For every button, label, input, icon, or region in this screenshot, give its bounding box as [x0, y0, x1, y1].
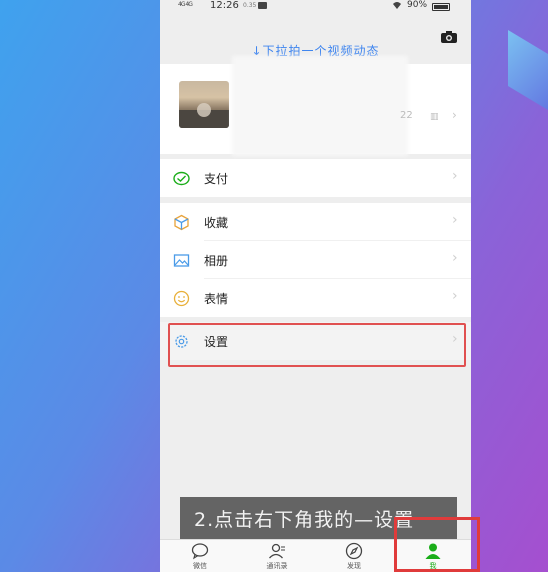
battery-percent: 90% [407, 0, 428, 10]
profile-id-fragment: 22 [400, 110, 413, 121]
settings-highlight-box [168, 323, 466, 367]
notification-icon [258, 2, 267, 9]
compass-icon [345, 542, 363, 560]
qr-code-icon[interactable]: ▥ [430, 112, 439, 122]
menu-item-pay[interactable]: 支付 › [160, 159, 471, 197]
menu-label-pay: 支付 [204, 172, 229, 186]
chevron-right-icon: › [452, 212, 458, 228]
smiley-icon [173, 290, 190, 307]
wifi-icon [392, 1, 402, 13]
tab-label-chats: 微信 [193, 562, 207, 570]
menu-item-favorites[interactable]: 收藏 › [160, 203, 471, 241]
wallet-check-icon [173, 170, 190, 187]
tab-contacts[interactable]: 通讯录 [247, 542, 307, 571]
network-speed: 0.35 [243, 2, 257, 9]
chat-bubble-icon [191, 542, 209, 560]
menu-label-emoji: 表情 [204, 292, 229, 306]
image-icon [173, 252, 190, 269]
menu-label-album: 相册 [204, 254, 229, 268]
tab-label-discover: 发现 [347, 562, 361, 570]
tab-me-highlight-box [394, 517, 480, 572]
avatar[interactable] [179, 81, 229, 128]
status-bar: 4G 4G 12:26 0.35 90% [160, 0, 471, 14]
tab-discover[interactable]: 发现 [324, 542, 384, 571]
chevron-right-icon: › [452, 108, 457, 122]
menu-label-favorites: 收藏 [204, 216, 229, 230]
background-decoration [508, 30, 548, 110]
chevron-right-icon: › [452, 250, 458, 266]
phone-screen: 4G 4G 12:26 0.35 90% ↓下拉拍一个视频动态 22 ▥ › 支… [160, 0, 471, 572]
cube-icon [173, 214, 190, 231]
battery-icon [432, 3, 450, 11]
tab-label-contacts: 通讯录 [266, 562, 288, 570]
blurred-profile-info [232, 56, 408, 156]
tab-chats[interactable]: 微信 [170, 542, 230, 571]
chevron-right-icon: › [452, 168, 458, 184]
menu-item-album[interactable]: 相册 › [160, 241, 471, 279]
profile-card[interactable]: 22 ▥ › [160, 56, 471, 156]
chevron-right-icon: › [452, 288, 458, 304]
status-time: 12:26 [210, 0, 239, 11]
camera-icon[interactable] [441, 28, 457, 43]
signal-indicator: 4G 4G [178, 1, 193, 8]
contacts-icon [268, 542, 286, 560]
menu-item-emoji[interactable]: 表情 › [160, 279, 471, 317]
